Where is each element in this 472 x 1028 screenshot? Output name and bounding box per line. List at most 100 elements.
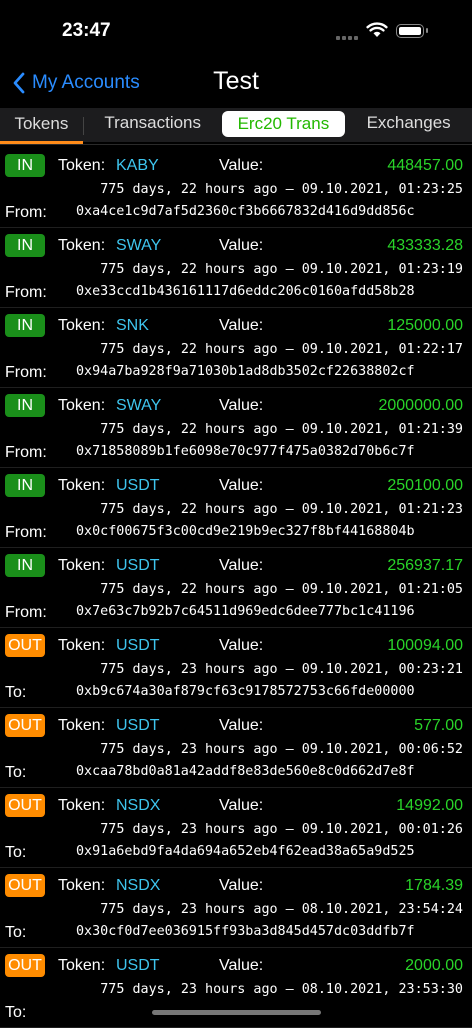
party-label: To: xyxy=(5,764,27,781)
party-label: From: xyxy=(5,444,47,461)
value-label: Value: xyxy=(219,637,264,654)
token-symbol: USDT xyxy=(116,957,160,974)
transaction-amount: 256937.17 xyxy=(387,557,463,574)
transaction-date: 775 days, 23 hours ago – 09.10.2021, 00:… xyxy=(100,742,463,757)
transaction-amount: 2000000.00 xyxy=(378,397,463,414)
party-label: From: xyxy=(5,524,47,541)
transaction-row[interactable]: OUT Token: NSDX Value: 1784.39 775 days, 23 h… xyxy=(0,868,472,948)
party-label: From: xyxy=(5,604,47,621)
value-label: Value: xyxy=(219,877,264,894)
party-label: To: xyxy=(5,1004,27,1021)
token-label: Token: xyxy=(58,157,106,174)
transaction-row[interactable]: IN Token: SWAY Value: 433333.28 775 days, 22 … xyxy=(0,228,472,308)
tab-exchanges[interactable]: Exchanges xyxy=(345,108,472,138)
token-symbol: NSDX xyxy=(116,877,161,894)
transaction-date: 775 days, 22 hours ago – 09.10.2021, 01:… xyxy=(100,502,463,517)
token-label: Token: xyxy=(58,877,106,894)
transaction-amount: 2000.00 xyxy=(405,957,463,974)
transaction-row[interactable]: IN Token: SNK Value: 125000.00 775 days, 22 h… xyxy=(0,308,472,388)
value-label: Value: xyxy=(219,397,264,414)
token-label: Token: xyxy=(58,717,106,734)
party-address: 0xb9c674a30af879cf63c9178572753c66fde000… xyxy=(76,684,415,699)
transaction-amount: 433333.28 xyxy=(387,237,463,254)
transaction-row[interactable]: IN Token: SWAY Value: 2000000.00 775 days, 22… xyxy=(0,388,472,468)
transaction-list[interactable]: IN Token: KABY Value: 448457.00 775 days, 22 … xyxy=(0,148,472,1028)
transaction-row[interactable]: IN Token: USDT Value: 256937.17 775 days, 22 … xyxy=(0,548,472,628)
party-label: To: xyxy=(5,684,27,701)
direction-badge: OUT xyxy=(5,714,45,737)
party-address: 0x7e63c7b92b7c64511d969edc6dee777bc1c411… xyxy=(76,604,415,619)
direction-badge: IN xyxy=(5,394,45,417)
token-label: Token: xyxy=(58,317,106,334)
direction-badge: OUT xyxy=(5,794,45,817)
token-symbol: USDT xyxy=(116,477,160,494)
party-address: 0x94a7ba928f9a71030b1ad8db3502cf22638802… xyxy=(76,364,415,379)
value-label: Value: xyxy=(219,237,264,254)
transaction-date: 775 days, 22 hours ago – 09.10.2021, 01:… xyxy=(100,342,463,357)
direction-badge: IN xyxy=(5,154,45,177)
tab-erc20-trans[interactable]: Erc20 Trans xyxy=(221,111,346,137)
token-label: Token: xyxy=(58,637,106,654)
token-symbol: SWAY xyxy=(116,397,162,414)
value-label: Value: xyxy=(219,797,264,814)
wifi-icon xyxy=(366,22,388,43)
value-label: Value: xyxy=(219,317,264,334)
party-label: To: xyxy=(5,844,27,861)
tab-tokens[interactable]: Tokens xyxy=(0,111,83,144)
transaction-row[interactable]: IN Token: USDT Value: 250100.00 775 days, 22 … xyxy=(0,468,472,548)
party-address: 0xa4ce1c9d7af5d2360cf3b6667832d416d9dd85… xyxy=(76,204,415,219)
direction-badge: IN xyxy=(5,474,45,497)
token-label: Token: xyxy=(58,397,106,414)
segmented-control: Tokens Transactions Erc20 Trans Exchange… xyxy=(0,108,472,144)
transaction-amount: 448457.00 xyxy=(387,157,463,174)
transaction-date: 775 days, 22 hours ago – 09.10.2021, 01:… xyxy=(100,582,463,597)
token-symbol: NSDX xyxy=(116,797,161,814)
value-label: Value: xyxy=(219,717,264,734)
direction-badge: OUT xyxy=(5,954,45,977)
token-label: Token: xyxy=(58,237,106,254)
transaction-date: 775 days, 23 hours ago – 09.10.2021, 00:… xyxy=(100,662,463,677)
value-label: Value: xyxy=(219,157,264,174)
token-label: Token: xyxy=(58,477,106,494)
party-label: From: xyxy=(5,284,47,301)
transaction-date: 775 days, 22 hours ago – 09.10.2021, 01:… xyxy=(100,262,463,277)
party-label: From: xyxy=(5,364,47,381)
battery-icon xyxy=(396,24,428,38)
value-label: Value: xyxy=(219,557,264,574)
direction-badge: IN xyxy=(5,234,45,257)
transaction-date: 775 days, 23 hours ago – 08.10.2021, 23:… xyxy=(100,902,463,917)
token-symbol: KABY xyxy=(116,157,159,174)
token-symbol: SWAY xyxy=(116,237,162,254)
home-indicator[interactable] xyxy=(152,1010,321,1015)
transaction-date: 775 days, 23 hours ago – 08.10.2021, 23:… xyxy=(100,982,463,997)
party-address: 0x91a6ebd9fa4da694a652eb4f62ead38a65a9d5… xyxy=(76,844,415,859)
transaction-row[interactable]: OUT Token: USDT Value: 2000.00 775 days, 23 h… xyxy=(0,948,472,1028)
direction-badge: IN xyxy=(5,314,45,337)
tab-transactions[interactable]: Transactions xyxy=(84,108,222,138)
party-address: 0x0cf00675f3c00cd9e219b9ec327f8bf4416880… xyxy=(76,524,415,539)
transaction-date: 775 days, 23 hours ago – 09.10.2021, 00:… xyxy=(100,822,463,837)
transaction-amount: 577.00 xyxy=(414,717,463,734)
status-bar: 23:47 xyxy=(0,0,472,56)
page-title: Test xyxy=(213,67,259,95)
token-symbol: USDT xyxy=(116,637,160,654)
party-address: 0x71858089b1fe6098e70c977f475a0382d70b6c… xyxy=(76,444,415,459)
transaction-row[interactable]: OUT Token: NSDX Value: 14992.00 775 days, 23 … xyxy=(0,788,472,868)
transaction-amount: 250100.00 xyxy=(387,477,463,494)
transaction-row[interactable]: OUT Token: USDT Value: 100094.00 775 days, 23… xyxy=(0,628,472,708)
transaction-amount: 100094.00 xyxy=(387,637,463,654)
party-label: To: xyxy=(5,924,27,941)
party-address: 0xcaa78bd0a81a42addf8e83de560e8c0d662d7e… xyxy=(76,764,415,779)
token-symbol: USDT xyxy=(116,717,160,734)
transaction-amount: 14992.00 xyxy=(396,797,463,814)
party-address: 0x30cf0d7ee036915ff93ba3d845d457dc03ddfb… xyxy=(76,924,415,939)
transaction-date: 775 days, 22 hours ago – 09.10.2021, 01:… xyxy=(100,422,463,437)
transaction-row[interactable]: IN Token: KABY Value: 448457.00 775 days, 22 … xyxy=(0,148,472,228)
direction-badge: OUT xyxy=(5,634,45,657)
token-label: Token: xyxy=(58,557,106,574)
transaction-row[interactable]: OUT Token: USDT Value: 577.00 775 days, 23 ho… xyxy=(0,708,472,788)
token-label: Token: xyxy=(58,957,106,974)
party-label: From: xyxy=(5,204,47,221)
value-label: Value: xyxy=(219,957,264,974)
header-divider xyxy=(0,144,472,145)
